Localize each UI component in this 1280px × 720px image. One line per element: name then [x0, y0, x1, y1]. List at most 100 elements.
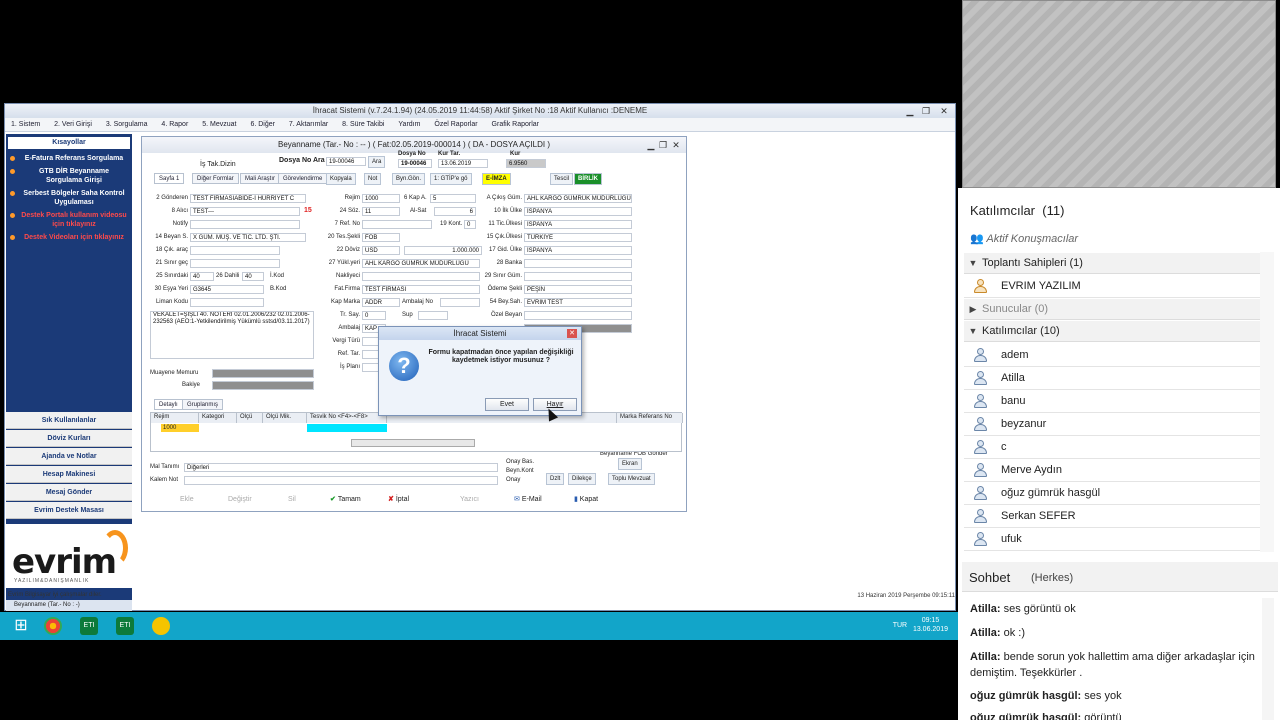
sidebar-send-message[interactable]: Mesaj Gönder	[6, 484, 132, 501]
rejim-input[interactable]: 1000	[362, 194, 400, 203]
dosya-no-ara-input[interactable]: 19-00046	[326, 157, 366, 166]
menu-grafik-raporlar[interactable]: Grafik Raporlar	[486, 118, 545, 131]
row-tesvik-cell[interactable]	[307, 424, 387, 432]
sidebar-agenda[interactable]: Ajanda ve Notlar	[6, 448, 132, 465]
sozlesme-input[interactable]: 11	[362, 207, 400, 216]
participant-row[interactable]: oğuz gümrük hasgül	[964, 482, 1260, 505]
hayir-button[interactable]: Hayır	[533, 398, 577, 411]
kap-marka-input[interactable]: ADDR	[362, 298, 400, 307]
minimize-icon[interactable]: ▁	[903, 105, 917, 117]
maximize-icon[interactable]: ❐	[919, 105, 933, 117]
windows-start-icon[interactable]: ⊞	[12, 617, 30, 635]
col-tesvik-no[interactable]: Tesvik No <F4>-<F8>	[307, 413, 387, 423]
e-imza-button[interactable]: E-İMZA	[482, 173, 511, 185]
gtip-select[interactable]: 1: GTİP'e gö	[430, 173, 472, 185]
kapat-button[interactable]: ▮ Kapat	[574, 493, 598, 506]
email-button[interactable]: ✉ E-Mail	[514, 493, 542, 506]
vekalet-textarea[interactable]: VEKALET=ŞİŞLİ 40. NOTERİ 02.01.2006/232 …	[150, 311, 314, 359]
byn-gon-button[interactable]: Byn.Gön.	[392, 173, 426, 185]
kap-adedi-input[interactable]: 5	[430, 194, 476, 203]
konteyner-input[interactable]: 0	[464, 220, 476, 229]
menu-diger[interactable]: 6. Diğer	[244, 118, 281, 131]
sidebar-calculator[interactable]: Hesap Makinesi	[6, 466, 132, 483]
sinirdaki-input[interactable]: 40	[190, 272, 214, 281]
menu-sure-takibi[interactable]: 8. Süre Takibi	[336, 118, 390, 131]
sidebar-item-efatura[interactable]: E-Fatura Referans Sorgulama	[6, 152, 132, 165]
tescil-checkbox[interactable]: Tescil	[550, 173, 574, 185]
window-task-strip[interactable]: Beyanname (Tar.- No : -)	[6, 600, 132, 611]
sil-button[interactable]: Sil	[288, 493, 296, 506]
gonderen-input[interactable]: TEST FİRMASIABİDE-İ HÜRRİYET C	[190, 194, 306, 203]
participant-row[interactable]: Merve Aydın	[964, 459, 1260, 482]
liman-kodu-input[interactable]	[190, 298, 264, 307]
kalem-not-input[interactable]	[184, 476, 498, 485]
col-rejim[interactable]: Rejim	[151, 413, 199, 423]
group-attendees[interactable]: ▼ Katılımcılar (10)	[964, 321, 1260, 342]
ekran-button[interactable]: Ekran	[618, 458, 642, 470]
col-marka-referans[interactable]: Marka Referans No	[617, 413, 683, 423]
tab-detayli[interactable]: Detaylı	[154, 399, 183, 410]
nakliyeci-input[interactable]	[362, 272, 480, 281]
notify-input[interactable]	[190, 220, 300, 229]
host-evrim[interactable]: EVRIM YAZILIM	[964, 275, 1260, 298]
col-olcu-mik[interactable]: Ölçü Mik.	[263, 413, 307, 423]
evet-button[interactable]: Evet	[485, 398, 529, 411]
sinir-gecis-input[interactable]	[190, 259, 280, 268]
dilekce-button[interactable]: Dilekçe	[568, 473, 596, 485]
odeme-sekli-select[interactable]: PEŞİN	[524, 285, 632, 294]
tab-mali-arastir[interactable]: Mali Araştır	[240, 173, 281, 184]
sidebar-support-desk[interactable]: Evrim Destek Masası	[6, 502, 132, 519]
table-row[interactable]	[151, 423, 681, 433]
group-presenters[interactable]: ▶ Sunucular (0)	[964, 299, 1260, 320]
chat-scope[interactable]: (Herkes)	[1031, 572, 1073, 584]
dahili-input[interactable]: 40	[242, 272, 264, 281]
participant-row[interactable]: beyzanur	[964, 413, 1260, 436]
sup-input[interactable]	[418, 311, 448, 320]
doviz-input[interactable]: USD	[362, 246, 400, 255]
dzlt-button[interactable]: Dzlt	[546, 473, 565, 485]
app3-icon[interactable]	[152, 617, 170, 635]
participant-row[interactable]: Atilla	[964, 367, 1260, 390]
esya-yeri-input[interactable]: G3645	[190, 285, 264, 294]
sidebar-favorites[interactable]: Sık Kullanılanlar	[6, 412, 132, 429]
participants-scrollbar[interactable]	[1260, 252, 1274, 552]
app2-icon[interactable]: ETI	[116, 617, 134, 635]
tr-say-input[interactable]: 0	[362, 311, 386, 320]
alici-input[interactable]: TEST---	[190, 207, 300, 216]
menu-yardim[interactable]: Yardım	[392, 118, 426, 131]
participant-row[interactable]: ufuk	[964, 528, 1260, 551]
ilk-ulke-input[interactable]: İSPANYA	[524, 207, 632, 216]
tab-gruplanmis[interactable]: Gruplanmış	[182, 399, 224, 410]
tab-gorevlendirme[interactable]: Görevlendirme	[278, 173, 328, 184]
row-rejim-cell[interactable]: 1000	[161, 424, 199, 432]
menu-sorgulama[interactable]: 3. Sorgulama	[100, 118, 154, 131]
close-icon[interactable]: ✕	[937, 105, 951, 117]
col-kategori[interactable]: Kategori	[199, 413, 237, 423]
beyan-sahibi2-input[interactable]: EVRİM TEST	[524, 298, 632, 307]
is-takip-label[interactable]: İş Tak.Dizin	[200, 161, 236, 168]
menu-aktarimlar[interactable]: 7. Aktarımlar	[283, 118, 334, 131]
teslim-sekli-input[interactable]: FOB	[362, 233, 400, 242]
menu-ozel-raporlar[interactable]: Özel Raporlar	[428, 118, 483, 131]
sidebar-item-gtb[interactable]: GTB DİR Beyanname Sorgulama Girişi	[6, 165, 132, 187]
yukleme-yeri-input[interactable]: AHL KARGO GÜMRÜK MÜDÜRLÜĞÜ	[362, 259, 480, 268]
menu-veri-girisi[interactable]: 2. Veri Girişi	[48, 118, 98, 131]
tray-language[interactable]: TUR	[893, 622, 907, 629]
tab-diger-formlar[interactable]: Diğer Formlar	[192, 173, 239, 184]
kur-tarih-input[interactable]: 13.06.2019	[438, 159, 488, 168]
iptal-button[interactable]: ✘ İptal	[388, 493, 409, 506]
birlik-button[interactable]: BİRLİK	[574, 173, 602, 185]
degistir-button[interactable]: Değiştir	[228, 493, 252, 506]
ref-no-input[interactable]	[362, 220, 432, 229]
ekle-button[interactable]: Ekle	[180, 493, 194, 506]
menu-rapor[interactable]: 4. Rapor	[155, 118, 194, 131]
cikis-gumruk-input[interactable]: AHL KARGO GÜMRÜK MÜDÜRLÜĞÜ	[524, 194, 632, 203]
col-olcu[interactable]: Ölçü	[237, 413, 263, 423]
kopyala-button[interactable]: Kopyala	[326, 173, 356, 185]
dialog-close-icon[interactable]: ✕	[567, 329, 577, 338]
ambalaj-no-input[interactable]	[440, 298, 480, 307]
ticaret-ulkesi-input[interactable]: İSPANYA	[524, 220, 632, 229]
tab-sayfa1[interactable]: Sayfa 1	[154, 173, 185, 184]
gidecegi-ulke-input[interactable]: İSPANYA	[524, 246, 632, 255]
form-maximize-icon[interactable]: ❐	[656, 139, 670, 151]
